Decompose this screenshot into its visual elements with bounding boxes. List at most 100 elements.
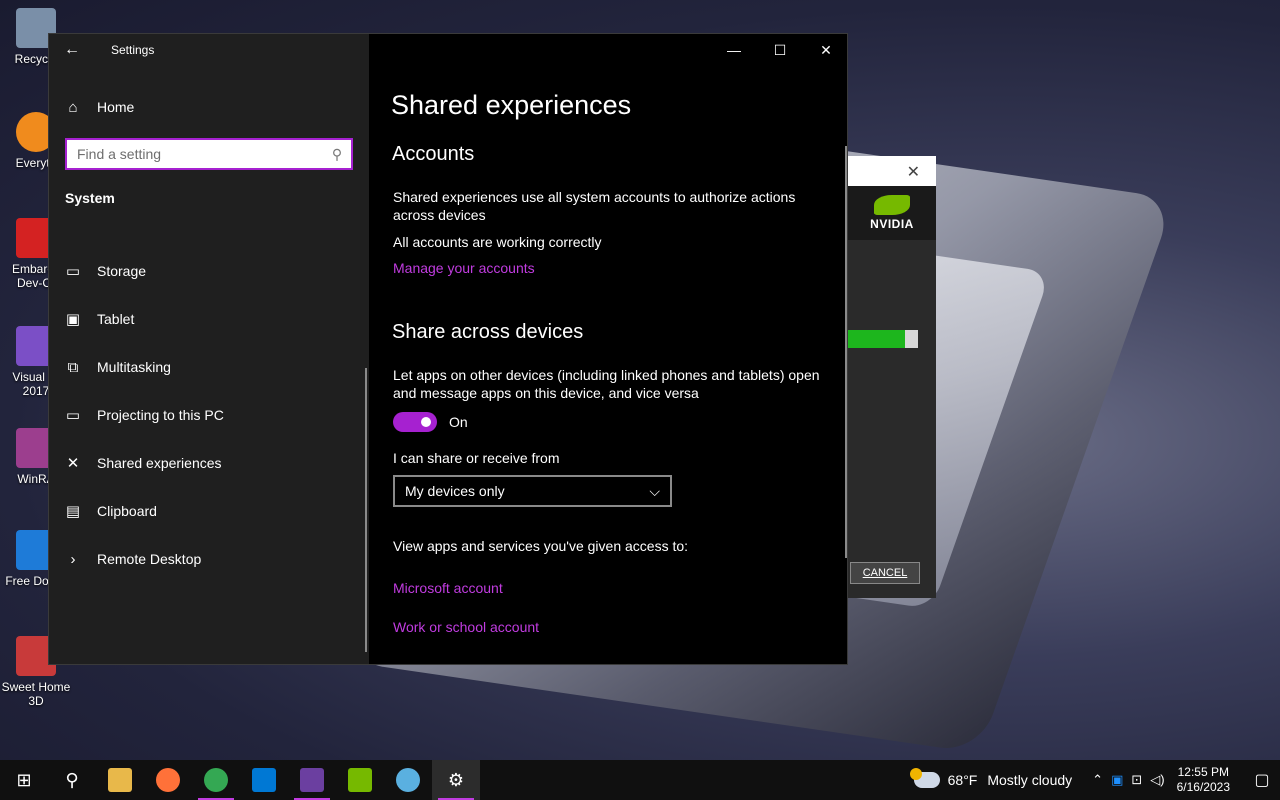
firefox-icon bbox=[156, 768, 180, 792]
weather-temp: 68°F bbox=[947, 772, 978, 788]
tray-icons: ⌃ ▣ ⊡ ◁) bbox=[1092, 772, 1164, 788]
search-icon: ⚲ bbox=[65, 769, 79, 790]
share-from-dropdown[interactable]: My devices only ⌵ bbox=[393, 475, 672, 507]
close-button[interactable]: ✕ bbox=[803, 34, 849, 66]
search-input[interactable] bbox=[67, 146, 323, 162]
work-school-account-link[interactable]: Work or school account bbox=[393, 619, 539, 635]
sidebar-item-label: Shared experiences bbox=[97, 455, 222, 471]
taskbar-store[interactable] bbox=[240, 760, 288, 800]
start-button[interactable]: ⊞ bbox=[0, 760, 48, 800]
nvidia-logo-text: NVIDIA bbox=[870, 217, 914, 231]
search-taskbar-button[interactable]: ⚲ bbox=[48, 760, 96, 800]
sidebar-item-storage[interactable]: ▭ Storage bbox=[49, 247, 365, 295]
back-button[interactable]: ← bbox=[49, 34, 95, 66]
share-toggle-row: On bbox=[393, 412, 468, 432]
system-tray: 68°F Mostly cloudy ⌃ ▣ ⊡ ◁) 12:55 PM 6/1… bbox=[909, 760, 1280, 800]
toggle-state-label: On bbox=[449, 414, 468, 430]
sidebar-item-remote-desktop[interactable]: › Remote Desktop bbox=[49, 535, 365, 583]
taskbar: ⊞ ⚲ ⚙ 68°F Mostly cloudy ⌃ ▣ ⊡ ◁) 12:55 … bbox=[0, 760, 1280, 800]
sidebar-item-clipboard[interactable]: ▤ Clipboard bbox=[49, 487, 365, 535]
taskbar-paint[interactable] bbox=[384, 760, 432, 800]
search-icon[interactable]: ⚲ bbox=[323, 146, 351, 163]
app-title: Settings bbox=[111, 43, 155, 57]
sidebar-item-label: Projecting to this PC bbox=[97, 407, 224, 423]
notifications-button[interactable]: ▢ bbox=[1244, 770, 1280, 790]
maximize-icon: ☐ bbox=[773, 41, 787, 58]
minimize-button[interactable]: — bbox=[711, 34, 757, 66]
weather-text: Mostly cloudy bbox=[987, 772, 1073, 788]
taskbar-firefox[interactable] bbox=[144, 760, 192, 800]
taskbar-cpu-app[interactable] bbox=[288, 760, 336, 800]
chrome-icon bbox=[204, 768, 228, 792]
dropdown-value: My devices only bbox=[405, 483, 505, 499]
cloud-icon bbox=[909, 768, 940, 788]
projecting-icon: ▭ bbox=[65, 407, 81, 424]
nvidia-titlebar: ✕ bbox=[848, 156, 936, 186]
content-scrollbar[interactable] bbox=[845, 146, 847, 558]
windows-icon: ⊞ bbox=[16, 769, 32, 790]
sidebar-item-tablet[interactable]: ▣ Tablet bbox=[49, 295, 365, 343]
weather-widget[interactable]: 68°F Mostly cloudy bbox=[909, 768, 1073, 788]
volume-icon[interactable]: ◁) bbox=[1150, 772, 1164, 788]
page-title: Shared experiences bbox=[391, 90, 632, 120]
home-icon: ⌂ bbox=[68, 98, 78, 116]
close-icon: ✕ bbox=[820, 41, 832, 58]
share-toggle[interactable] bbox=[393, 412, 437, 432]
maximize-button[interactable]: ☐ bbox=[757, 34, 803, 66]
sidebar-scrollbar[interactable] bbox=[365, 368, 367, 652]
accounts-description: Shared experiences use all system accoun… bbox=[393, 189, 796, 223]
home-nav-item[interactable]: ⌂ Home bbox=[49, 90, 369, 124]
shared-experiences-icon: ✕ bbox=[66, 455, 80, 472]
sidebar-item-label: Tablet bbox=[97, 311, 135, 327]
nvidia-eye-icon bbox=[874, 195, 910, 215]
home-label: Home bbox=[97, 99, 135, 115]
nvidia-close-icon[interactable]: ✕ bbox=[907, 162, 920, 182]
taskbar-settings[interactable]: ⚙ bbox=[432, 760, 480, 800]
section-title: System bbox=[65, 190, 115, 206]
sidebar-item-label: Storage bbox=[97, 263, 147, 279]
clock-time: 12:55 PM bbox=[1177, 765, 1229, 779]
taskbar-nvidia[interactable] bbox=[336, 760, 384, 800]
sidebar-item-shared-experiences[interactable]: ✕ Shared experiences bbox=[49, 439, 365, 487]
accounts-status: All accounts are working correctly bbox=[393, 234, 602, 250]
nvidia-cancel-button[interactable]: CANCEL bbox=[850, 562, 920, 584]
sidebar-item-multitasking[interactable]: ⧉ Multitasking bbox=[49, 343, 365, 391]
chevron-up-icon[interactable]: ⌃ bbox=[1092, 772, 1103, 788]
microsoft-account-link[interactable]: Microsoft account bbox=[393, 580, 503, 596]
share-heading: Share across devices bbox=[392, 321, 584, 343]
taskbar-chrome[interactable] bbox=[192, 760, 240, 800]
clock-date: 6/16/2023 bbox=[1176, 780, 1230, 794]
clipboard-icon: ▤ bbox=[65, 503, 81, 520]
paint-icon bbox=[396, 768, 420, 792]
sidebar-item-projecting[interactable]: ▭ Projecting to this PC bbox=[49, 391, 365, 439]
clock[interactable]: 12:55 PM 6/16/2023 bbox=[1177, 765, 1230, 795]
nvidia-progress-fill bbox=[848, 330, 906, 348]
chevron-down-icon: ⌵ bbox=[649, 482, 660, 499]
accounts-heading: Accounts bbox=[392, 143, 475, 165]
share-from-label: I can share or receive from bbox=[393, 450, 560, 466]
back-arrow-icon: ← bbox=[64, 41, 80, 58]
nav-list: ▭ Storage ▣ Tablet ⧉ Multitasking ▭ Proj… bbox=[49, 247, 365, 583]
notification-icon: ▢ bbox=[1254, 772, 1270, 789]
share-description: Let apps on other devices (including lin… bbox=[393, 367, 820, 401]
network-icon[interactable]: ⊡ bbox=[1131, 772, 1142, 788]
access-label: View apps and services you've given acce… bbox=[393, 538, 689, 554]
search-box[interactable]: ⚲ bbox=[65, 138, 353, 170]
settings-content: — ☐ ✕ Shared experiences Accounts Shared… bbox=[369, 34, 849, 664]
nvidia-icon bbox=[348, 768, 372, 792]
multitasking-icon: ⧉ bbox=[67, 358, 79, 376]
folder-icon bbox=[108, 768, 132, 792]
manage-accounts-link[interactable]: Manage your accounts bbox=[393, 260, 535, 276]
tray-app-icon[interactable]: ▣ bbox=[1111, 772, 1123, 788]
desktop-icon-label: Sweet Home 3D bbox=[1, 680, 71, 708]
minimize-icon: — bbox=[727, 42, 741, 58]
gear-icon: ⚙ bbox=[447, 769, 465, 790]
nvidia-progress-bar bbox=[848, 330, 918, 348]
taskbar-file-explorer[interactable] bbox=[96, 760, 144, 800]
sidebar-item-label: Remote Desktop bbox=[97, 551, 202, 567]
tablet-icon: ▣ bbox=[65, 311, 81, 328]
titlebar: ← Settings bbox=[49, 34, 369, 66]
window-controls: — ☐ ✕ bbox=[711, 34, 849, 66]
nvidia-logo: NVIDIA bbox=[848, 186, 936, 240]
chip-icon bbox=[300, 768, 324, 792]
